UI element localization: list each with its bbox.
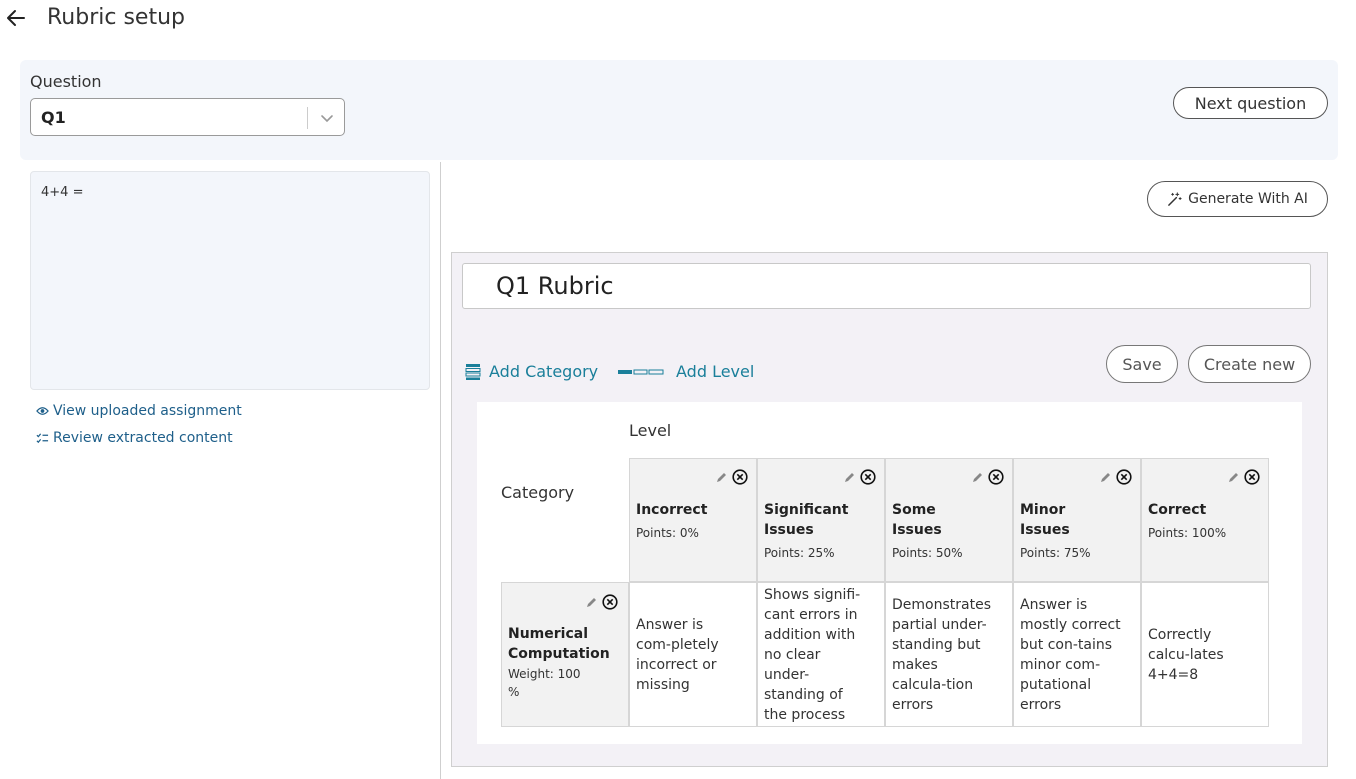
close-circle-icon — [988, 469, 1004, 485]
checklist-icon — [36, 433, 49, 444]
add-category-label: Add Category — [489, 362, 599, 381]
magic-wand-icon — [1168, 191, 1182, 206]
add-category-icon — [465, 363, 481, 380]
pencil-icon — [1101, 473, 1110, 482]
rubric-cell[interactable]: Correctly calcu-lates 4+4=8 — [1141, 582, 1269, 727]
rubric-title-input[interactable]: Q1 Rubric — [462, 263, 1311, 309]
level-points: Points: 75% — [1020, 546, 1091, 560]
pencil-icon — [1229, 473, 1238, 482]
category-name: Numerical Computation — [508, 626, 610, 662]
question-select[interactable]: Q1 — [30, 98, 345, 136]
delete-level-button[interactable] — [860, 469, 876, 485]
level-name: Minor Issues — [1020, 502, 1070, 538]
level-header-some-issues: Some Issues Points: 50% — [885, 458, 1013, 582]
cell-description: Demonstrates partial under-standing but … — [892, 596, 991, 713]
level-header-correct: Correct Points: 100% — [1141, 458, 1269, 582]
rubric-cell[interactable]: Shows signifi-cant errors in addition wi… — [757, 582, 885, 727]
review-extracted-content-link[interactable]: Review extracted content — [36, 430, 233, 446]
edit-category-button[interactable] — [586, 596, 598, 608]
delete-level-button[interactable] — [988, 469, 1004, 485]
edit-level-button[interactable] — [972, 471, 984, 483]
delete-category-button[interactable] — [602, 594, 618, 610]
pencil-icon — [973, 473, 982, 482]
save-button[interactable]: Save — [1106, 345, 1178, 383]
level-name: Significant Issues — [764, 502, 849, 538]
close-circle-icon — [602, 594, 618, 610]
level-actions — [1228, 469, 1260, 485]
close-circle-icon — [1116, 469, 1132, 485]
next-question-button[interactable]: Next question — [1173, 87, 1328, 119]
close-circle-icon — [860, 469, 876, 485]
rubric-cell[interactable]: Demonstrates partial under-standing but … — [885, 582, 1013, 727]
question-text: 4+4 = — [41, 185, 84, 200]
category-weight: Weight: 100 % — [508, 667, 581, 699]
close-circle-icon — [732, 469, 748, 485]
pencil-icon — [845, 473, 854, 482]
eye-icon — [36, 407, 49, 415]
generate-with-ai-button[interactable]: Generate With AI — [1147, 181, 1328, 217]
cell-description: Answer is com-pletely incorrect or missi… — [636, 616, 719, 693]
level-name: Some Issues — [892, 502, 942, 538]
add-level-icon — [618, 369, 664, 374]
cell-description: Correctly calcu-lates 4+4=8 — [1148, 626, 1224, 683]
select-separator — [307, 107, 308, 129]
level-points: Points: 100% — [1148, 526, 1227, 540]
pencil-icon — [587, 598, 596, 607]
edit-level-button[interactable] — [1100, 471, 1112, 483]
view-uploaded-assignment-label: View uploaded assignment — [53, 403, 242, 419]
cell-description: Answer is mostly correct but con-tains m… — [1020, 596, 1121, 713]
category-heading: Category — [501, 483, 575, 502]
review-extracted-content-label: Review extracted content — [53, 430, 233, 446]
panel-divider — [440, 162, 441, 779]
edit-level-button[interactable] — [844, 471, 856, 483]
delete-level-button[interactable] — [732, 469, 748, 485]
category-actions — [586, 594, 618, 610]
edit-level-button[interactable] — [716, 471, 728, 483]
arrow-left-icon — [7, 10, 25, 26]
generate-with-ai-label: Generate With AI — [1188, 191, 1308, 207]
add-category-button[interactable]: Add Category — [465, 362, 598, 381]
add-level-button[interactable]: Add Level — [618, 362, 754, 381]
edit-level-button[interactable] — [1228, 471, 1240, 483]
category-header-numerical-computation: Numerical Computation Weight: 100 % — [501, 582, 629, 727]
level-name: Correct — [1148, 502, 1207, 518]
page-title: Rubric setup — [47, 5, 185, 30]
level-header-minor-issues: Minor Issues Points: 75% — [1013, 458, 1141, 582]
question-select-value: Q1 — [41, 108, 66, 127]
cell-description: Shows signifi-cant errors in addition wi… — [764, 586, 861, 723]
delete-level-button[interactable] — [1116, 469, 1132, 485]
level-points: Points: 25% — [764, 546, 835, 560]
close-circle-icon — [1244, 469, 1260, 485]
level-header-incorrect: Incorrect Points: 0% — [629, 458, 757, 582]
level-points: Points: 0% — [636, 526, 699, 540]
level-actions — [844, 469, 876, 485]
chevron-down-icon — [321, 115, 333, 123]
question-text-box: 4+4 = — [30, 171, 430, 390]
level-points: Points: 50% — [892, 546, 963, 560]
view-uploaded-assignment-link[interactable]: View uploaded assignment — [36, 403, 242, 419]
level-heading: Level — [629, 421, 672, 440]
create-new-button[interactable]: Create new — [1188, 345, 1311, 383]
level-header-significant-issues: Significant Issues Points: 25% — [757, 458, 885, 582]
pencil-icon — [717, 473, 726, 482]
level-actions — [972, 469, 1004, 485]
add-level-label: Add Level — [676, 362, 755, 381]
rubric-cell[interactable]: Answer is com-pletely incorrect or missi… — [629, 582, 757, 727]
rubric-cell[interactable]: Answer is mostly correct but con-tains m… — [1013, 582, 1141, 727]
delete-level-button[interactable] — [1244, 469, 1260, 485]
question-label: Question — [30, 72, 102, 91]
level-name: Incorrect — [636, 502, 708, 518]
level-actions — [1100, 469, 1132, 485]
back-button[interactable] — [4, 6, 28, 30]
level-actions — [716, 469, 748, 485]
